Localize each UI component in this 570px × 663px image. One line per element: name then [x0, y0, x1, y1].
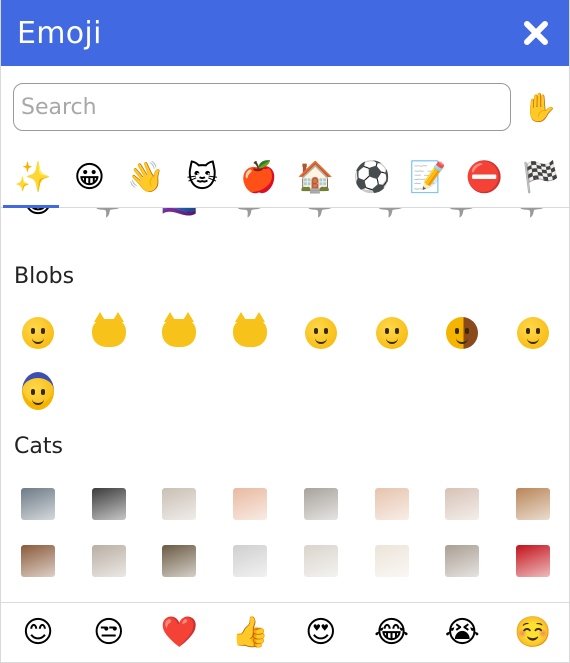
- raised-hand-icon: ✋: [522, 90, 558, 124]
- cat-photo-16-emoji[interactable]: [515, 544, 550, 578]
- cat-photo-icon: [515, 545, 550, 577]
- cat-photo-8-emoji[interactable]: [515, 487, 550, 521]
- cat-photo-9-emoji[interactable]: [21, 544, 55, 578]
- frequent-emoji-button[interactable]: ❤️: [161, 616, 198, 650]
- tab-recent[interactable]: ✨: [14, 160, 51, 196]
- blob-cat-icon: [91, 312, 126, 347]
- emoji-row: [1, 312, 569, 350]
- emoji-button[interactable]: 🦈: [302, 208, 339, 220]
- cat-photo-12-emoji[interactable]: [233, 544, 268, 578]
- blob-hide-icon: [516, 317, 549, 349]
- emoji-row: [1, 372, 569, 410]
- blob-surprised-emoji[interactable]: [21, 316, 55, 350]
- blob-wizard-icon: [22, 372, 54, 410]
- blob-thinking-emoji[interactable]: [304, 316, 338, 350]
- blob-peek-wall-icon: [446, 317, 479, 349]
- emoji-button[interactable]: 🦈: [444, 208, 481, 220]
- frequent-emoji-bar: 😊 😒 ❤️ 👍 😍 😂 😭 ☺️: [1, 602, 569, 662]
- emoji-button[interactable]: 🦈: [373, 208, 410, 220]
- blob-cat-sneeze-emoji[interactable]: [162, 312, 197, 350]
- cat-photo-4-emoji[interactable]: [233, 487, 268, 521]
- blob-cat-emoji[interactable]: [91, 312, 126, 350]
- frequent-emoji-button[interactable]: 😂: [374, 616, 409, 650]
- frequent-emoji-button[interactable]: ☺️: [514, 616, 551, 650]
- emoji-button[interactable]: 🦈: [514, 208, 551, 220]
- cat-photo-15-emoji[interactable]: [445, 544, 480, 578]
- cat-photo-icon: [445, 545, 480, 577]
- cat-photo-icon: [233, 488, 268, 520]
- blob-squint-emoji[interactable]: [375, 316, 409, 350]
- emoji-picker: Emoji ✋ ✨ 😀 👋 🐱 🍎 🏠 ⚽ 📝 ⛔ 🏁 😹 🦈 🏳️‍🌈 🦈 🦈 🦈 🦈 🦈 Blobs Cat…: [0, 0, 570, 663]
- emoji-button[interactable]: 😹: [20, 208, 55, 220]
- tab-travel[interactable]: 🏠: [297, 160, 334, 196]
- cat-photo-icon: [303, 545, 338, 577]
- blob-cat-sneeze-icon: [162, 312, 197, 347]
- cat-photo-2-emoji[interactable]: [91, 487, 126, 521]
- cat-photo-icon: [91, 545, 126, 577]
- tab-animals[interactable]: 🐱: [184, 160, 220, 196]
- tab-smileys[interactable]: 😀: [71, 160, 107, 196]
- cat-photo-icon: [303, 488, 338, 520]
- cat-photo-14-emoji[interactable]: [374, 544, 409, 578]
- blob-hide-emoji[interactable]: [516, 316, 550, 350]
- partial-emoji-row: 😹 🦈 🏳️‍🌈 🦈 🦈 🦈 🦈 🦈: [1, 208, 569, 236]
- emoji-button[interactable]: 🏳️‍🌈: [161, 208, 198, 220]
- emoji-button[interactable]: 🦈: [231, 208, 268, 220]
- cat-photo-icon: [21, 545, 55, 577]
- cat-photo-13-emoji[interactable]: [303, 544, 338, 578]
- section-title-blobs: Blobs: [14, 264, 75, 289]
- cat-photo-1-emoji[interactable]: [21, 487, 55, 521]
- emoji-row: [1, 487, 569, 521]
- cat-photo-6-emoji[interactable]: [374, 487, 409, 521]
- tab-symbols[interactable]: ⛔: [466, 160, 503, 196]
- cat-photo-10-emoji[interactable]: [91, 544, 126, 578]
- tab-people[interactable]: 👋: [127, 160, 164, 196]
- cat-photo-3-emoji[interactable]: [162, 487, 197, 521]
- frequent-emoji-button[interactable]: 😊: [21, 616, 55, 650]
- blob-peek-wall-emoji[interactable]: [445, 316, 479, 350]
- frequent-emoji-button[interactable]: 😭: [445, 616, 480, 650]
- blob-thinking-icon: [304, 317, 337, 349]
- title-bar: Emoji: [1, 0, 569, 66]
- section-title-cats: Cats: [14, 434, 63, 459]
- search-row: ✋: [1, 66, 569, 148]
- frequent-emoji-button[interactable]: 😍: [304, 616, 338, 650]
- emoji-scroll-area[interactable]: 😹 🦈 🏳️‍🌈 🦈 🦈 🦈 🦈 🦈 Blobs Cats: [1, 208, 569, 602]
- blob-squint-icon: [375, 317, 408, 349]
- cat-photo-icon: [515, 488, 550, 520]
- cat-photo-icon: [21, 488, 55, 520]
- skin-tone-button[interactable]: ✋: [522, 90, 558, 124]
- search-input[interactable]: [13, 83, 511, 131]
- tab-flags[interactable]: 🏁: [522, 160, 559, 196]
- emoji-button[interactable]: 🦈: [90, 208, 127, 220]
- blob-cat-sleep-emoji[interactable]: [233, 312, 268, 350]
- close-icon: [524, 21, 548, 45]
- cat-photo-icon: [162, 545, 197, 577]
- cat-photo-icon: [162, 488, 197, 520]
- close-button[interactable]: [519, 16, 553, 50]
- tab-food[interactable]: 🍎: [240, 160, 277, 196]
- category-tabs: ✨ 😀 👋 🐱 🍎 🏠 ⚽ 📝 ⛔ 🏁: [1, 148, 569, 208]
- frequent-emoji-button[interactable]: 👍: [231, 616, 268, 650]
- blob-wizard-emoji[interactable]: [21, 372, 55, 410]
- cat-photo-icon: [91, 488, 126, 520]
- emoji-row: [1, 544, 569, 578]
- cat-photo-icon: [233, 545, 268, 577]
- cat-photo-11-emoji[interactable]: [162, 544, 197, 578]
- cat-photo-5-emoji[interactable]: [303, 487, 338, 521]
- cat-photo-7-emoji[interactable]: [445, 487, 480, 521]
- cat-photo-icon: [374, 488, 409, 520]
- blob-cat-sleep-icon: [233, 312, 268, 347]
- cat-photo-icon: [374, 545, 409, 577]
- blob-surprised-icon: [22, 317, 54, 349]
- frequent-emoji-button[interactable]: 😒: [92, 616, 126, 650]
- cat-photo-icon: [445, 488, 480, 520]
- window-title: Emoji: [17, 15, 102, 51]
- tab-objects[interactable]: 📝: [409, 160, 446, 196]
- tab-activities[interactable]: ⚽: [353, 160, 390, 196]
